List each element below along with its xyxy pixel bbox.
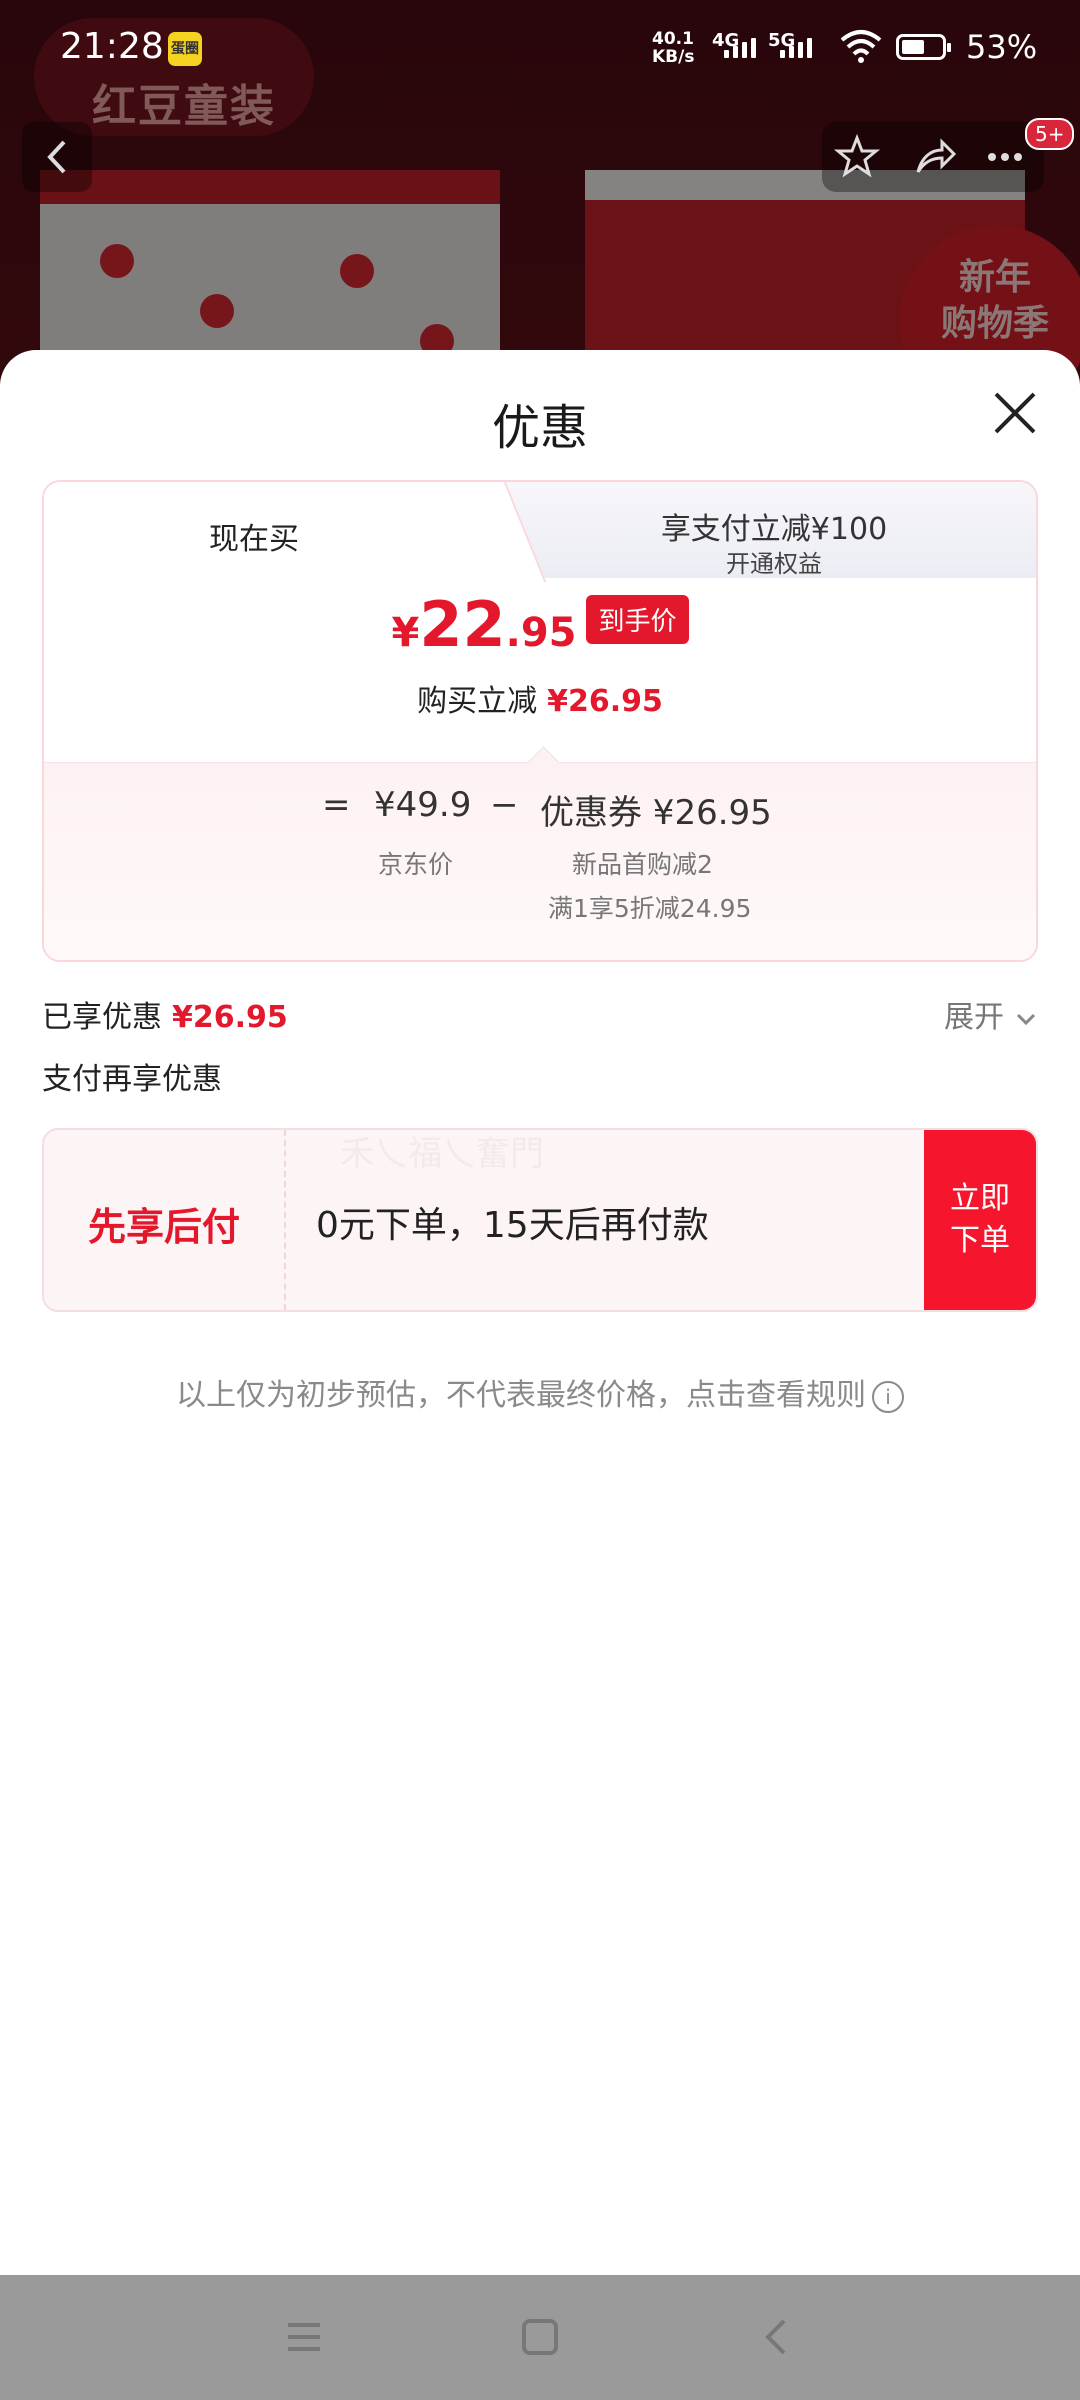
signal-bars-icon: [780, 38, 812, 58]
bnpl-description: 0元下单，15天后再付款: [316, 1205, 709, 1246]
chevron-down-icon: [1016, 1013, 1035, 1025]
disclaimer[interactable]: 以上仅为初步预估，不代表最终价格，点击查看规则 i: [0, 1370, 1080, 1414]
net-speed: 40.1 KB/s: [652, 29, 695, 67]
price-breakdown: = ¥49.9 − 优惠券 ¥26.95 京东价 新品首购减2 满1享5折减24…: [44, 746, 1036, 960]
coupon-amount: 优惠券 ¥26.95: [540, 793, 772, 833]
sheet-title: 优惠: [491, 400, 588, 456]
bnpl-title: 先享后付: [87, 1205, 240, 1249]
signal-bars-icon: [724, 38, 756, 58]
tab-pay-discount-sub[interactable]: 开通权益: [514, 544, 1034, 579]
order-now-button[interactable]: 立即 下单: [924, 1130, 1036, 1310]
tab-pay-discount-label[interactable]: 享支付立减¥100: [514, 504, 1034, 548]
top-action-group: [822, 122, 1044, 192]
app-notification-icon: 蛋圈: [168, 32, 202, 66]
battery-percent: 53%: [966, 28, 1038, 66]
minus-sign: −: [490, 785, 519, 825]
expand-button[interactable]: 展开: [944, 992, 1038, 1036]
close-icon[interactable]: [990, 388, 1040, 438]
instant-discount: 购买立减 ¥26.95: [417, 684, 663, 719]
status-bar: 21:28 蛋圈 40.1 KB/s 4G 5G 53%: [0, 0, 1080, 100]
wifi-icon: [840, 30, 882, 63]
back-button[interactable]: [22, 122, 92, 192]
info-icon[interactable]: i: [872, 1380, 904, 1413]
share-icon[interactable]: [912, 134, 958, 180]
jd-price: ¥49.9: [374, 785, 472, 825]
enjoyed-discount: 已享优惠 ¥26.95: [42, 1000, 288, 1035]
back-icon[interactable]: [754, 2315, 798, 2359]
battery-icon: [896, 34, 951, 60]
final-price: ¥22.95 到手价: [44, 588, 1036, 661]
more-icon[interactable]: [982, 134, 1028, 180]
discount-sheet: 优惠 现在买 享支付立减¥100 开通权益 ¥22.95 到手价 购买立减 ¥26.…: [0, 350, 1080, 2275]
coupon-detail-1: 新品首购减2: [572, 850, 713, 879]
watermark-text: 禾乀福乀奮門: [340, 1134, 544, 1174]
final-price-badge: 到手价: [586, 595, 689, 644]
equals-sign: =: [322, 785, 351, 825]
notification-badge: 5+: [1025, 118, 1075, 150]
menu-icon[interactable]: [282, 2315, 326, 2359]
pay-more-discount-label: 支付再享优惠: [42, 1062, 222, 1097]
tab-buy-now-label[interactable]: 现在买: [44, 514, 464, 558]
chevron-left-icon: [47, 140, 66, 174]
coupon-detail-2: 满1享5折减24.95: [548, 894, 752, 923]
tab-row: 现在买 享支付立减¥100 开通权益: [44, 482, 1036, 582]
clock: 21:28: [60, 26, 164, 67]
home-icon[interactable]: [518, 2315, 562, 2359]
star-icon[interactable]: [834, 134, 880, 180]
system-nav-bar: [0, 2275, 1080, 2400]
final-price-area: ¥22.95 到手价 购买立减 ¥26.95: [44, 578, 1036, 762]
price-card: 现在买 享支付立减¥100 开通权益 ¥22.95 到手价 购买立减 ¥26.95 …: [42, 480, 1038, 962]
jd-price-label: 京东价: [378, 850, 454, 879]
